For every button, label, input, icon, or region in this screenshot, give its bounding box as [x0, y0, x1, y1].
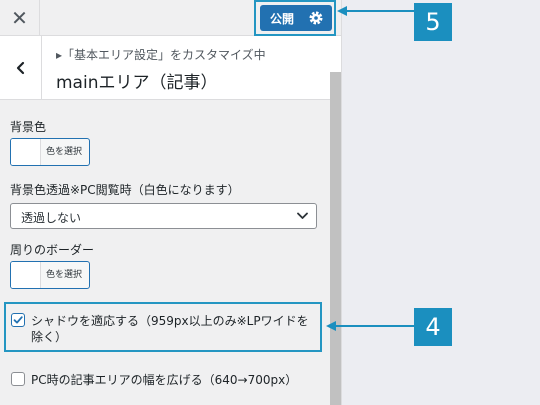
annotation-arrows [326, 6, 414, 331]
callout-5: 5 [414, 3, 452, 41]
arrow-4-head [326, 321, 336, 331]
arrow-5-head [337, 6, 347, 16]
callout-4: 4 [414, 308, 452, 346]
